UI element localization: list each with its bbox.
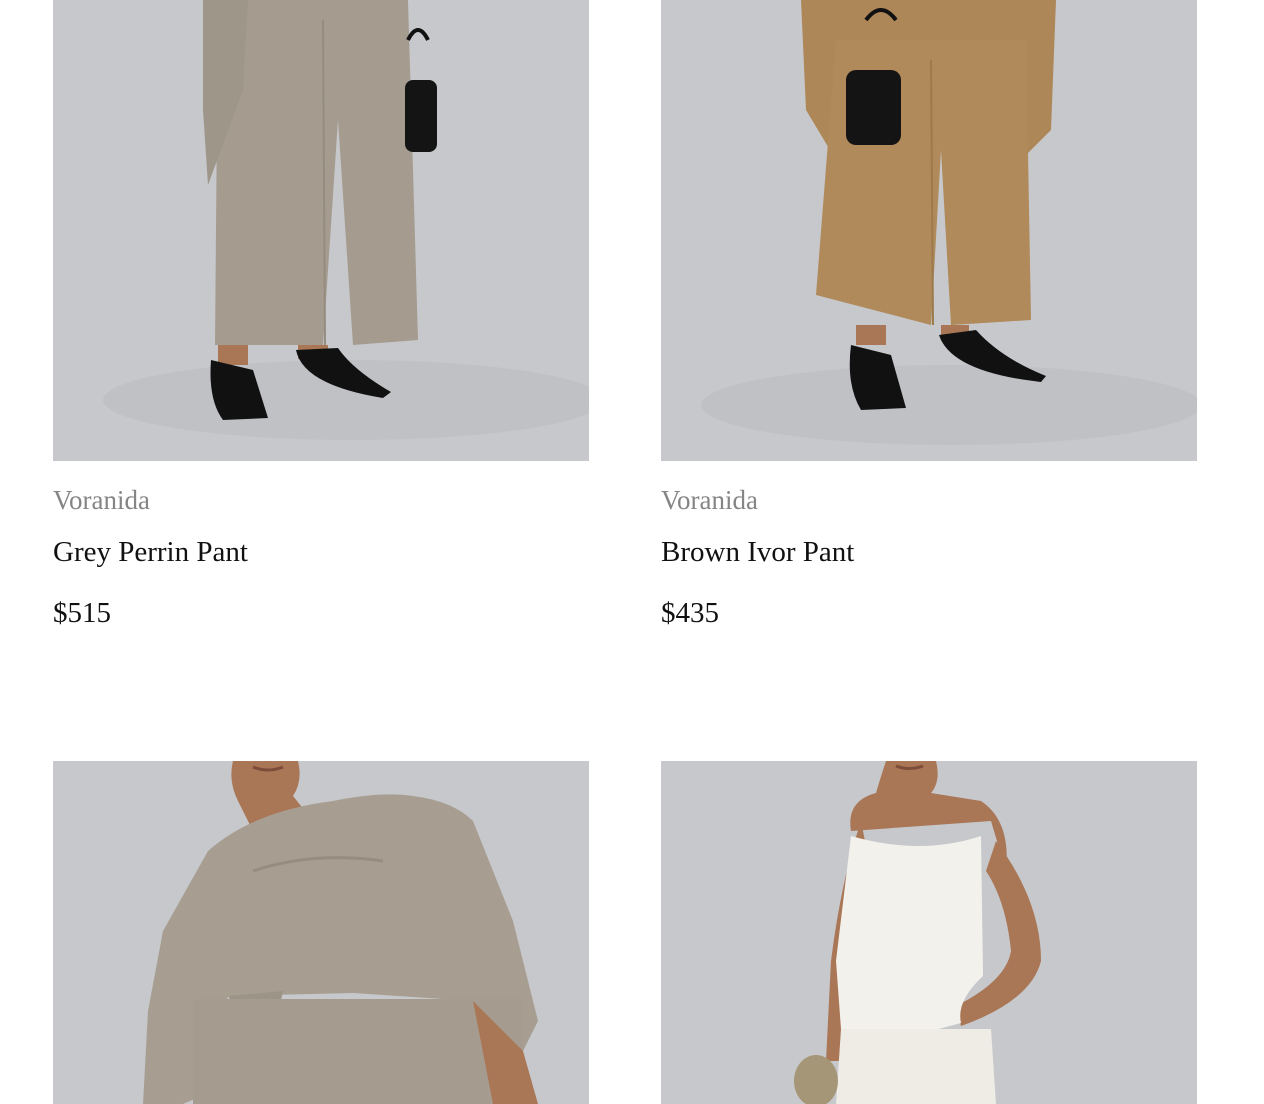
product-image [661,761,1197,1104]
product-image [53,761,589,1104]
product-image [661,0,1197,461]
product-image-link[interactable] [53,0,589,461]
product-image [53,0,589,461]
product-image-link[interactable] [661,0,1197,461]
product-card: Voranida Grey Perrin Pant $515 [53,0,589,629]
product-image-link[interactable] [661,761,1197,1104]
product-title[interactable]: Grey Perrin Pant [53,535,248,569]
product-title[interactable]: Brown Ivor Pant [661,535,854,569]
product-price: $515 [53,597,111,629]
product-price: $435 [661,597,719,629]
product-card [661,761,1197,1104]
product-grid: Voranida Grey Perrin Pant $515 Voranida … [0,0,1264,1104]
product-image-link[interactable] [53,761,589,1104]
product-card: Voranida Brown Ivor Pant $435 [661,0,1197,629]
product-brand: Voranida [661,485,758,515]
product-brand: Voranida [53,485,150,515]
product-card [53,761,589,1104]
